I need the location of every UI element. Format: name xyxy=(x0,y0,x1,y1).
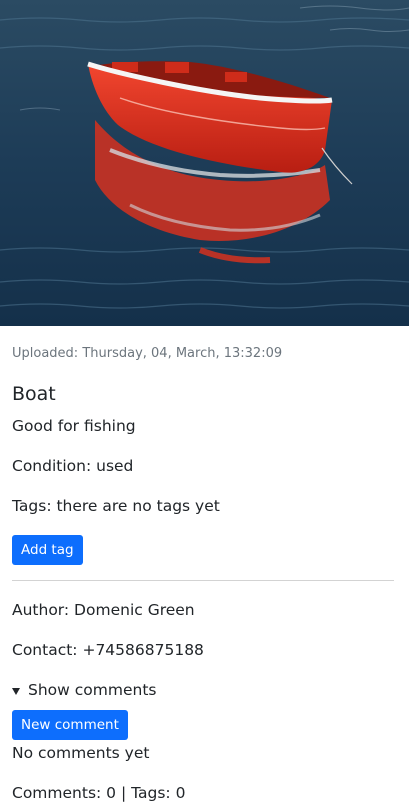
add-tag-button[interactable]: Add tag xyxy=(12,535,83,565)
show-comments-toggle[interactable]: Show comments xyxy=(12,681,156,699)
post-contact: Contact: +74586875188 xyxy=(12,641,204,659)
post-author: Author: Domenic Green xyxy=(12,601,195,619)
show-comments-label: Show comments xyxy=(28,681,157,699)
no-comments-text: No comments yet xyxy=(12,744,150,762)
caret-down-icon xyxy=(12,687,20,695)
post-condition: Condition: used xyxy=(12,457,134,475)
post-description: Good for fishing xyxy=(12,417,136,435)
post-counts: Comments: 0 | Tags: 0 xyxy=(12,784,186,802)
upload-timestamp: Uploaded: Thursday, 04, March, 13:32:09 xyxy=(12,346,283,361)
post-tags: Tags: there are no tags yet xyxy=(12,497,220,515)
post-title: Boat xyxy=(12,383,56,405)
new-comment-button[interactable]: New comment xyxy=(12,710,128,740)
divider xyxy=(12,580,394,581)
post-image xyxy=(0,0,409,326)
